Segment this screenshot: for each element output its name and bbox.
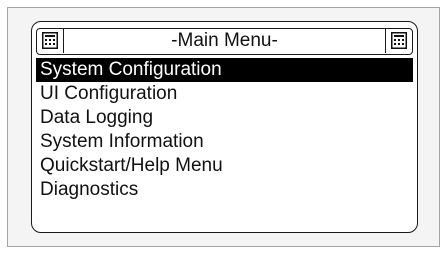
lcd-screen: -Main Menu- System Configuration UI Conf… bbox=[31, 21, 418, 233]
menu-item-quickstart-help[interactable]: Quickstart/Help Menu bbox=[36, 154, 413, 178]
menu-item-data-logging[interactable]: Data Logging bbox=[36, 106, 413, 130]
document-icon bbox=[37, 29, 64, 53]
main-menu-list: System Configuration UI Configuration Da… bbox=[36, 58, 413, 202]
menu-item-ui-configuration[interactable]: UI Configuration bbox=[36, 82, 413, 106]
menu-item-system-information[interactable]: System Information bbox=[36, 130, 413, 154]
menu-item-system-configuration[interactable]: System Configuration bbox=[36, 58, 413, 82]
menu-title: -Main Menu- bbox=[171, 30, 278, 51]
document-icon bbox=[385, 29, 412, 53]
title-bar: -Main Menu- bbox=[36, 28, 413, 55]
menu-item-diagnostics[interactable]: Diagnostics bbox=[36, 178, 413, 202]
